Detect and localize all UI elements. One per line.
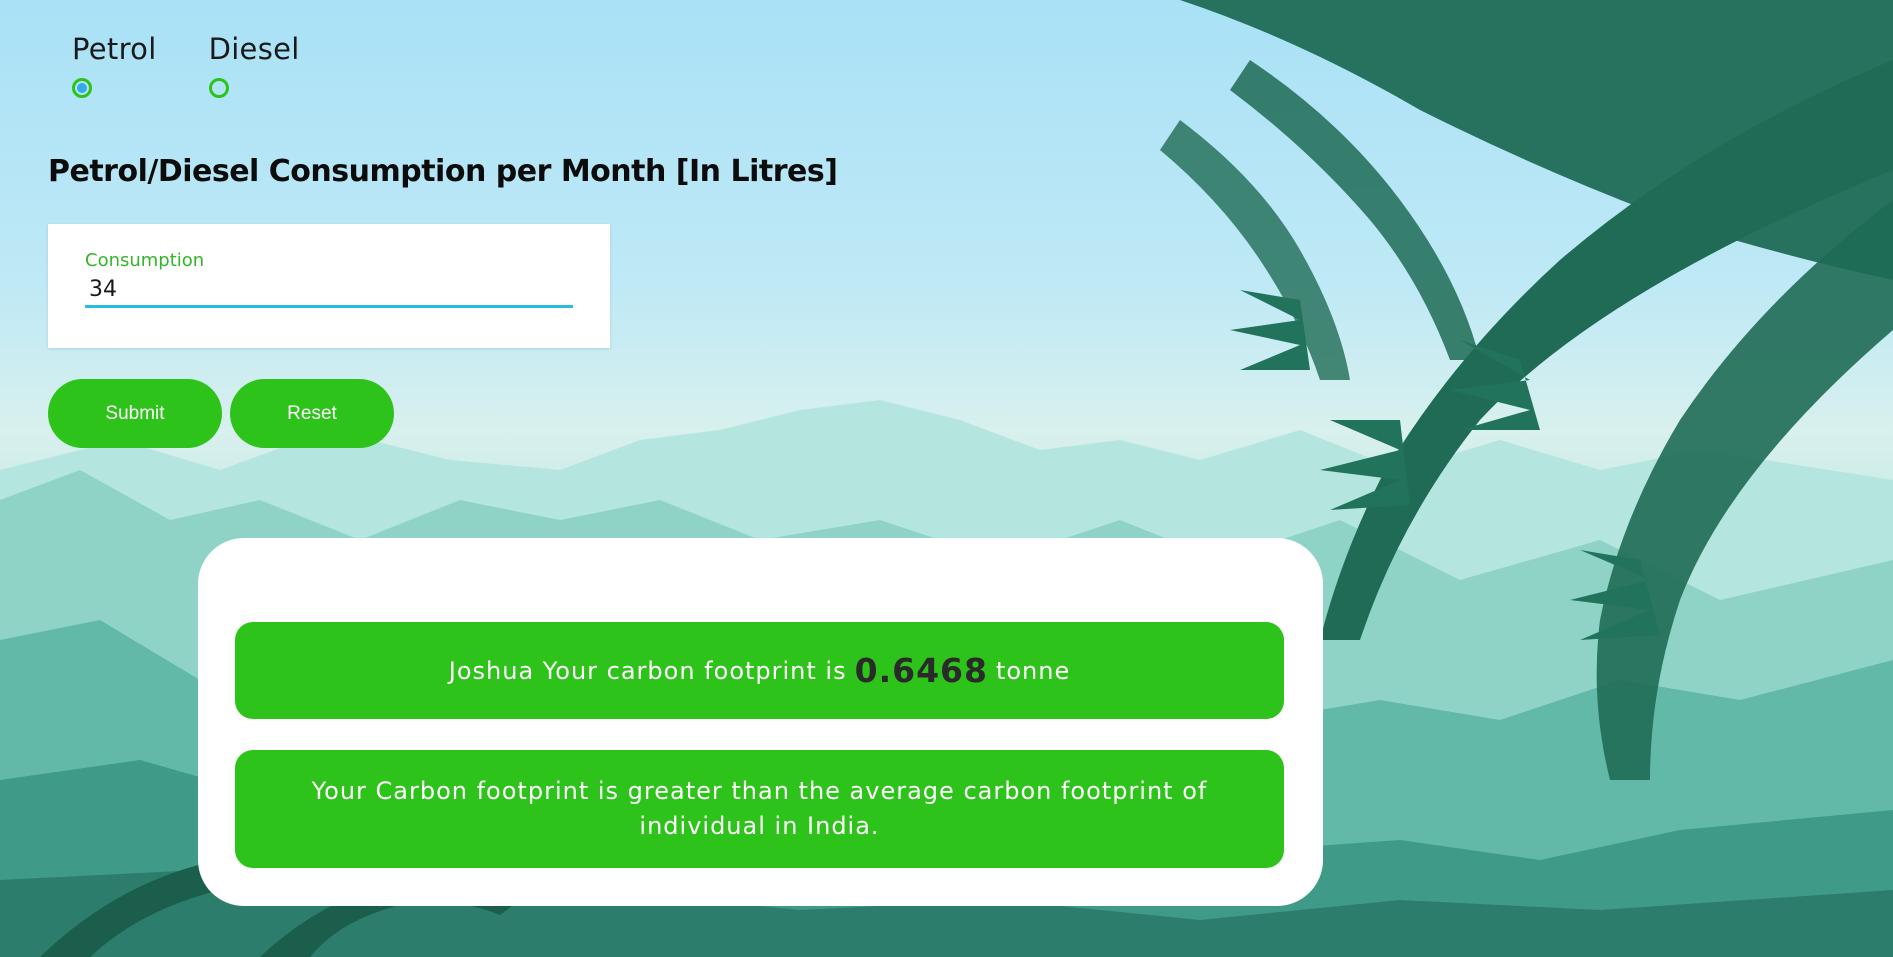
radio-diesel-label: Diesel xyxy=(208,32,300,66)
footprint-comparison: Your Carbon footprint is greater than th… xyxy=(235,750,1284,868)
footprint-result: Joshua Your carbon footprint is 0.6468 t… xyxy=(235,622,1284,719)
radio-diesel-circle[interactable] xyxy=(208,78,229,98)
fuel-type-selector: Petrol Diesel xyxy=(72,32,300,98)
radio-diesel[interactable]: Diesel xyxy=(208,32,300,98)
radio-petrol[interactable]: Petrol xyxy=(72,32,157,98)
radio-petrol-label: Petrol xyxy=(72,32,157,66)
footprint-prefix: Joshua Your carbon footprint is xyxy=(448,656,847,685)
radio-selected-dot xyxy=(77,83,87,93)
consumption-title: Petrol/Diesel Consumption per Month [In … xyxy=(48,154,838,189)
result-card: Joshua Your carbon footprint is 0.6468 t… xyxy=(198,538,1323,906)
page: Petrol Diesel Petrol/Diesel Consumption … xyxy=(0,0,1893,957)
submit-button[interactable]: Submit xyxy=(48,379,222,448)
consumption-input-card: Consumption xyxy=(48,224,610,348)
radio-petrol-circle[interactable] xyxy=(72,78,92,98)
footprint-unit: tonne xyxy=(995,656,1071,685)
footprint-value: 0.6468 xyxy=(854,651,988,690)
consumption-label: Consumption xyxy=(85,250,205,271)
consumption-input[interactable] xyxy=(85,274,573,308)
action-buttons: Submit Reset xyxy=(48,379,394,448)
reset-button[interactable]: Reset xyxy=(230,379,394,448)
